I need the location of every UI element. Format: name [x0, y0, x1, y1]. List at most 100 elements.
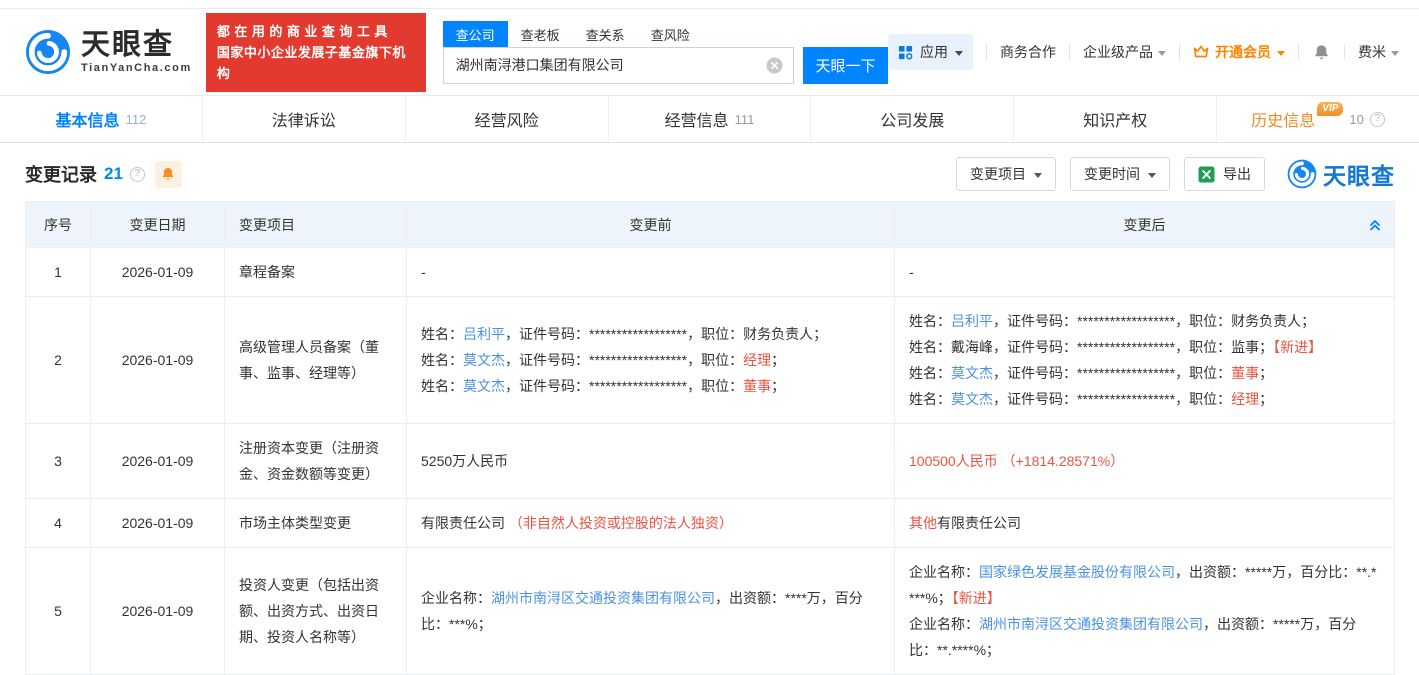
collapse-double-chevron-icon[interactable]	[1368, 217, 1382, 232]
nav-business-cooperation[interactable]: 商务合作	[1000, 42, 1056, 62]
user-menu[interactable]: 费米	[1358, 42, 1399, 62]
cell-text: ，证件号码：******************，职位：	[993, 391, 1231, 407]
nav-divider	[1298, 45, 1299, 59]
filter-change-item-button[interactable]: 变更项目	[956, 157, 1056, 191]
export-button[interactable]: 导出	[1184, 157, 1265, 191]
entity-link[interactable]: 湖州市南浔区交通投资集团有限公司	[491, 590, 715, 606]
apps-menu[interactable]: 应用	[888, 34, 973, 70]
enterprise-label: 企业级产品	[1083, 42, 1153, 62]
highlight-text: 董事	[743, 378, 771, 394]
chevron-down-icon	[1158, 51, 1166, 56]
after-cell: 100500人民币 （+1814.28571%）	[895, 424, 1395, 499]
apps-grid-icon	[898, 45, 913, 60]
cell-line: 企业名称：湖州市南浔区交通投资集团有限公司，出资额：*****万，百分比：**.…	[909, 611, 1380, 663]
entity-link[interactable]: 莫文杰	[463, 352, 505, 368]
row-index: 2	[26, 297, 91, 424]
change-item: 投资人变更（包括出资额、出资方式、出资日期、投资人名称等）	[225, 548, 407, 675]
table-header-row: 序号 变更日期 变更项目 变更前 变更后	[26, 202, 1395, 248]
row-index: 3	[26, 424, 91, 499]
cell-text: 姓名：	[421, 326, 463, 342]
chevron-down-icon	[1148, 173, 1156, 178]
entity-link[interactable]: 湖州市南浔区交通投资集团有限公司	[979, 616, 1203, 632]
nav-enterprise-products[interactable]: 企业级产品	[1083, 42, 1166, 62]
brand-name: 天眼查	[81, 30, 192, 60]
change-date: 2026-01-09	[91, 424, 225, 499]
col-header-before: 变更前	[407, 202, 895, 248]
change-item: 注册资本变更（注册资金、资金数额等变更）	[225, 424, 407, 499]
after-cell: 其他有限责任公司	[895, 499, 1395, 548]
tab-operating-info[interactable]: 经营信息 111	[608, 96, 811, 142]
cell-text: 姓名：	[909, 313, 951, 329]
cell-text: 企业名称：	[909, 564, 979, 580]
highlight-text: 【新进】	[1273, 339, 1322, 355]
entity-link[interactable]: 莫文杰	[951, 365, 993, 381]
help-icon[interactable]: ?	[130, 167, 145, 182]
tab-operating-risk[interactable]: 经营风险	[405, 96, 608, 142]
highlight-text: 100500人民币 （+1814.28571%）	[909, 453, 1124, 469]
search-tab-company[interactable]: 查公司	[443, 21, 508, 47]
change-table-body: 12026-01-09章程备案--22026-01-09高级管理人员备案（董事、…	[26, 248, 1395, 675]
header-nav: 应用 商务合作 企业级产品 开通会员 费米	[888, 34, 1399, 70]
change-date: 2026-01-09	[91, 248, 225, 297]
subscribe-bell-button[interactable]	[155, 161, 182, 188]
nav-divider	[986, 45, 987, 59]
search-tab-relation[interactable]: 查关系	[573, 21, 638, 47]
chevron-down-icon	[955, 51, 963, 56]
tianyancha-logo-icon	[25, 29, 71, 75]
logo-text: 天眼查 TianYanCha.com	[81, 30, 192, 74]
tab-company-development[interactable]: 公司发展	[810, 96, 1013, 142]
search-tab-boss[interactable]: 查老板	[508, 21, 573, 47]
notifications-bell[interactable]	[1312, 43, 1331, 62]
col-header-index: 序号	[26, 202, 91, 248]
table-row: 12026-01-09章程备案--	[26, 248, 1395, 297]
col-header-after: 变更后	[895, 202, 1395, 248]
cell-text: 姓名：	[909, 391, 951, 407]
search-button[interactable]: 天眼一下	[803, 47, 888, 84]
row-index: 5	[26, 548, 91, 675]
slogan-badge: 都在用的商业查询工具 国家中小企业发展子基金旗下机构	[206, 13, 426, 92]
entity-link[interactable]: 莫文杰	[951, 391, 993, 407]
tab-label: 历史信息	[1251, 107, 1315, 131]
before-cell: 5250万人民币	[407, 424, 895, 499]
tab-count: 112	[126, 112, 147, 127]
col-header-item: 变更项目	[225, 202, 407, 248]
clear-icon[interactable]	[766, 57, 783, 74]
after-cell: -	[895, 248, 1395, 297]
change-date: 2026-01-09	[91, 548, 225, 675]
tab-basic-info[interactable]: 基本信息 112	[0, 96, 202, 142]
change-item: 章程备案	[225, 248, 407, 297]
cell-text: 5250万人民币	[421, 453, 508, 469]
tab-label: 法律诉讼	[272, 107, 336, 131]
cell-line: 姓名：莫文杰，证件号码：******************，职位：经理；	[909, 386, 1380, 412]
cell-line: 其他有限责任公司	[909, 510, 1380, 536]
before-cell: -	[407, 248, 895, 297]
filter-label: 变更时间	[1084, 164, 1140, 184]
search-input[interactable]	[454, 56, 766, 74]
change-record-section-bar: 变更记录 21 ? 变更项目 变更时间 导出 天眼查	[0, 143, 1419, 201]
search-tab-risk[interactable]: 查风险	[638, 21, 703, 47]
filter-change-time-button[interactable]: 变更时间	[1070, 157, 1170, 191]
entity-link[interactable]: 吕利平	[463, 326, 505, 342]
tab-intellectual-property[interactable]: 知识产权	[1013, 96, 1216, 142]
help-icon[interactable]: ?	[1370, 112, 1385, 127]
cell-line: 姓名：戴海峰，证件号码：******************，职位：监事；【新进…	[909, 334, 1380, 360]
entity-link[interactable]: 吕利平	[951, 313, 993, 329]
entity-link[interactable]: 莫文杰	[463, 378, 505, 394]
filter-label: 变更项目	[970, 164, 1026, 184]
row-index: 4	[26, 499, 91, 548]
tab-history-info[interactable]: 历史信息 VIP 10 ?	[1216, 96, 1419, 142]
cell-text: 有限责任公司	[421, 515, 509, 531]
before-cell: 有限责任公司 （非自然人投资或控股的法人独资）	[407, 499, 895, 548]
cell-text: 有限责任公司	[937, 515, 1021, 531]
change-item: 市场主体类型变更	[225, 499, 407, 548]
change-date: 2026-01-09	[91, 297, 225, 424]
cell-text: ，证件号码：******************，职位：	[505, 352, 743, 368]
nav-open-vip[interactable]: 开通会员	[1193, 42, 1285, 62]
tab-label: 经营信息	[665, 107, 729, 131]
tab-legal-proceedings[interactable]: 法律诉讼	[202, 96, 405, 142]
export-label: 导出	[1223, 164, 1251, 184]
tianyancha-logo[interactable]: 天眼查 TianYanCha.com	[25, 29, 192, 75]
tab-count: 10	[1349, 112, 1363, 127]
highlight-text: 董事	[1231, 365, 1259, 381]
entity-link[interactable]: 国家绿色发展基金股份有限公司	[979, 564, 1175, 580]
